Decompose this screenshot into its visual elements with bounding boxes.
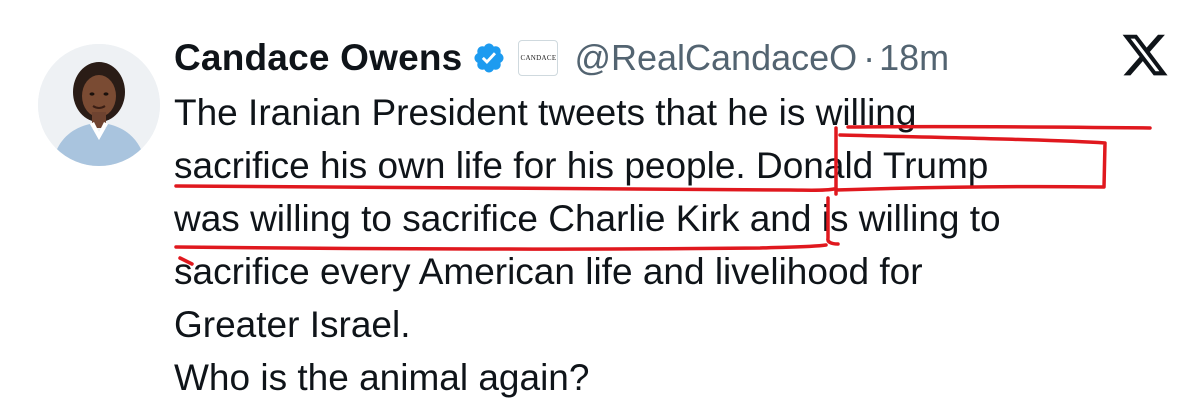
tweet-card: Candace Owens CANDACE @RealCandaceO · 18… (0, 0, 1199, 408)
tweet-line: sacrifice every American life and liveli… (174, 251, 923, 292)
tweet-line: Who is the animal again? (174, 357, 590, 398)
tweet-line: Greater Israel. (174, 304, 411, 345)
avatar[interactable] (38, 44, 160, 166)
avatar-image (38, 44, 160, 166)
tweet-line: sacrifice his own life for his people. D… (174, 145, 989, 186)
author-handle[interactable]: @RealCandaceO (574, 37, 857, 79)
separator-dot: · (863, 37, 876, 78)
tweet-header: Candace Owens CANDACE @RealCandaceO · 18… (174, 30, 949, 86)
author-name[interactable]: Candace Owens (174, 37, 462, 79)
timestamp[interactable]: 18m (879, 37, 949, 79)
x-logo-icon[interactable] (1120, 30, 1170, 80)
tweet-text: The Iranian President tweets that he is … (174, 86, 1174, 404)
verified-badge-icon (472, 41, 506, 75)
tweet-line: The Iranian President tweets that he is … (174, 92, 917, 133)
tweet-line: was willing to sacrifice Charlie Kirk an… (174, 198, 1001, 239)
affiliate-badge[interactable]: CANDACE (518, 40, 559, 76)
